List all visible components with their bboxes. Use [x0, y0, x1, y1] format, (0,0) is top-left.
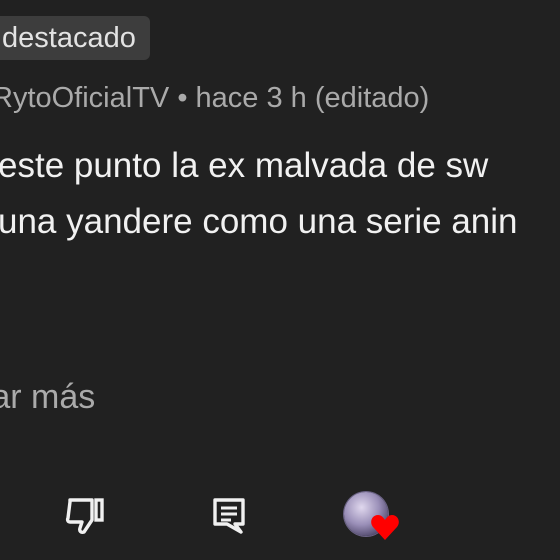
pinned-label: destacado: [2, 21, 136, 54]
pinned-badge: destacado: [0, 16, 150, 60]
creator-heart[interactable]: [338, 488, 408, 554]
comment-icon: [211, 496, 247, 541]
thumbs-down-icon: [64, 496, 108, 541]
reply-button[interactable]: [206, 494, 252, 542]
heart-icon: [370, 514, 400, 547]
dislike-button[interactable]: [60, 494, 112, 542]
creator-heart-badge: [338, 488, 408, 554]
comment-text-line: este punto la ex malvada de sw: [0, 146, 489, 185]
comment-text-line: una yandere como una serie anin: [0, 202, 518, 241]
comment-author-meta[interactable]: RytoOficialTV • hace 3 h (editado): [0, 82, 429, 115]
comment-text: este punto la ex malvada de sw una yande…: [0, 138, 560, 250]
read-more-link[interactable]: rar más: [0, 378, 95, 417]
